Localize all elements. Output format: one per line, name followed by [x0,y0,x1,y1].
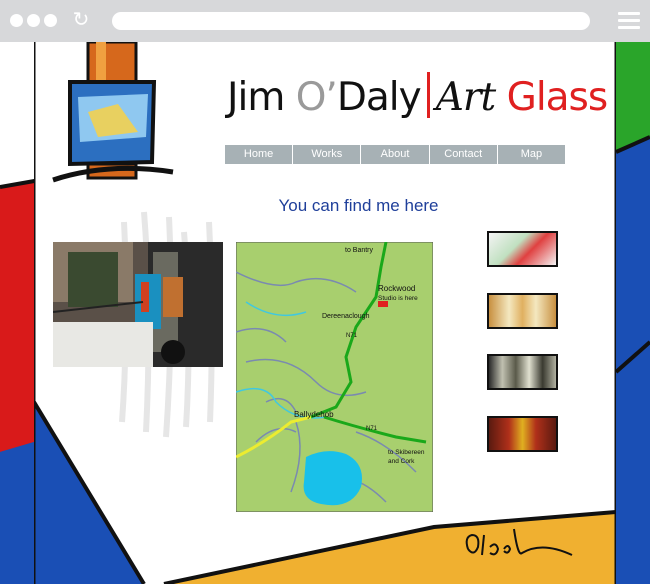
title-o: O’ [295,75,338,120]
map-label-dereenaclough: Dereenaclough [322,313,370,320]
title-divider [426,72,430,118]
location-map[interactable]: to Bantry Rockwood Studio is here Dereen… [236,242,433,512]
window-dot-icon[interactable] [27,14,40,27]
address-bar[interactable] [112,12,590,30]
browser-toolbar: ↻ [0,0,650,42]
nav-works[interactable]: Works [293,145,362,164]
main-nav: Home Works About Contact Map [225,145,565,164]
map-label-and-cork: and Cork [388,458,415,465]
map-label-ballydehob: Ballydehob [294,410,334,419]
reload-icon[interactable]: ↻ [70,9,92,31]
map-label-to-bantry: to Bantry [345,247,374,254]
map-label-n71-top: N71 [346,333,358,339]
artwork-thumbnail[interactable] [487,416,558,452]
window-dot-icon[interactable] [44,14,57,27]
map-label-to-skibereen: to Skibereen [388,449,425,456]
site-title[interactable]: Jim O’Daly Art Glass [227,72,609,120]
artist-signature [465,528,573,556]
nav-map[interactable]: Map [498,145,565,164]
title-jim: Jim [227,75,296,120]
studio-photo [53,242,223,367]
hamburger-menu-icon[interactable] [618,12,640,30]
content-panel: Jim O’Daly Art Glass Home Works About Con… [34,42,616,584]
title-daly: Daly [336,75,422,120]
map-label-rockwood: Rockwood [378,284,415,293]
map-label-studio: Studio is here [378,295,418,302]
stained-glass-lamp-logo [52,42,174,183]
map-label-n71-bottom: N71 [366,426,378,432]
artwork-thumbnail[interactable] [487,293,558,329]
nav-about[interactable]: About [361,145,430,164]
nav-contact[interactable]: Contact [430,145,498,164]
title-glass: Glass [506,75,609,120]
page-heading: You can find me here [278,196,439,215]
artwork-thumbnail[interactable] [487,231,558,267]
window-dot-icon[interactable] [10,14,23,27]
nav-home[interactable]: Home [225,145,294,164]
page-viewport: Jim O’Daly Art Glass Home Works About Con… [0,42,650,584]
title-art: Art [435,75,496,120]
artwork-thumbnail[interactable] [487,354,558,390]
